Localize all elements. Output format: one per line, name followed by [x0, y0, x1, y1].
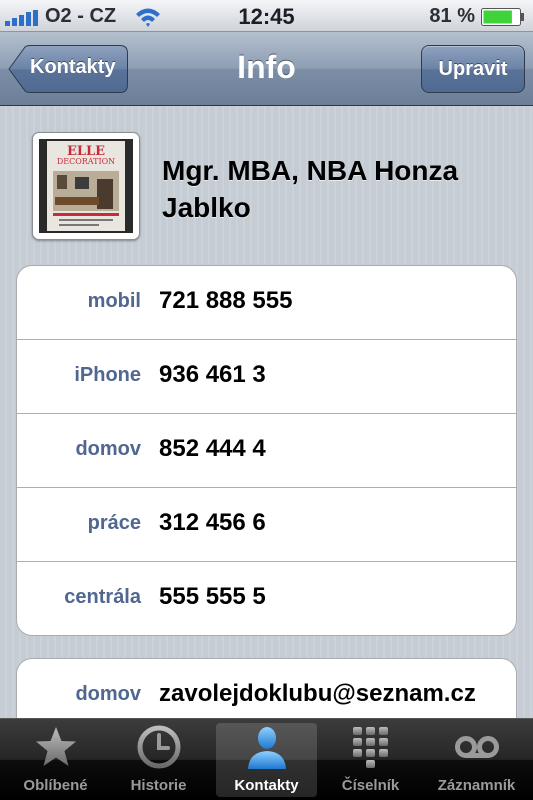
tab-label: Historie — [130, 777, 187, 794]
phone-row[interactable]: domov 852 444 4 — [17, 414, 516, 488]
contact-name: Mgr. MBA, NBA Honza Jablko — [162, 155, 459, 223]
contact-photo[interactable]: ELLE DECORATION — [32, 132, 140, 240]
tab-bar: Oblíbené Historie Kontakty Číselník Zázn… — [0, 718, 533, 800]
magazine-title-bottom: DECORATION — [57, 157, 115, 166]
tab-label: Kontakty — [234, 777, 299, 794]
tab-keypad[interactable]: Číselník — [320, 723, 421, 797]
tab-voicemail[interactable]: Záznamník — [426, 723, 527, 797]
tab-recents[interactable]: Historie — [108, 723, 209, 797]
tab-label: Oblíbené — [23, 777, 88, 794]
phone-label: centrála — [64, 586, 141, 608]
email-row[interactable]: domov zavolejdoklubu@seznam.cz — [17, 659, 516, 718]
navigation-bar: Kontakty Info Upravit — [0, 32, 533, 106]
phone-label: práce — [87, 512, 141, 534]
clock-icon — [137, 725, 181, 769]
contact-detail-content[interactable]: ELLE DECORATION Mgr. MBA, NBA Honza Jabl… — [0, 106, 533, 718]
phone-label: domov — [75, 438, 141, 460]
phone-value: 936 461 3 — [159, 361, 266, 388]
phone-row[interactable]: mobil 721 888 555 — [17, 266, 516, 340]
magazine-cover-image: ELLE DECORATION — [39, 139, 133, 233]
tab-contacts[interactable]: Kontakty — [216, 723, 317, 797]
tab-favorites[interactable]: Oblíbené — [5, 723, 106, 797]
battery-percentage: 81 % — [429, 5, 475, 27]
phone-row[interactable]: centrála 555 555 5 — [17, 562, 516, 635]
phone-value: 852 444 4 — [159, 435, 266, 462]
person-icon — [248, 727, 286, 769]
phone-label: mobil — [87, 290, 141, 312]
phone-value: 555 555 5 — [159, 583, 266, 610]
tab-label: Číselník — [341, 777, 400, 794]
battery-icon — [481, 8, 524, 26]
emails-group: domov zavolejdoklubu@seznam.cz — [16, 658, 517, 718]
status-bar: O2 - CZ 12:45 81 % — [0, 0, 533, 32]
edit-button[interactable]: Upravit — [421, 45, 525, 93]
phone-row[interactable]: iPhone 936 461 3 — [17, 340, 516, 414]
email-value: zavolejdoklubu@seznam.cz — [159, 680, 476, 707]
keypad-icon — [353, 727, 388, 768]
tab-label: Záznamník — [437, 777, 516, 794]
phone-value: 312 456 6 — [159, 509, 266, 536]
email-label: domov — [75, 683, 141, 705]
phone-value: 721 888 555 — [159, 287, 293, 314]
phone-numbers-group: mobil 721 888 555 iPhone 936 461 3 domov… — [16, 265, 517, 636]
voicemail-icon — [455, 736, 499, 758]
phone-row[interactable]: práce 312 456 6 — [17, 488, 516, 562]
star-icon — [36, 727, 76, 766]
phone-label: iPhone — [74, 364, 141, 386]
